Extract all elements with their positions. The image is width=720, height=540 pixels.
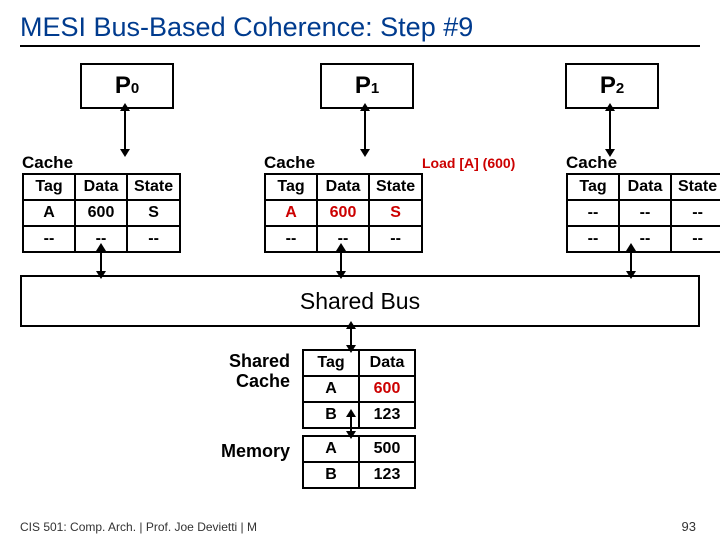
p0-cache-label: Cache [22,153,73,173]
arrow-cache1-bus [340,249,342,273]
arrow-p1-cache [364,109,366,151]
arrow-p0-cache [124,109,126,151]
shared-cache-table: TagData A600 B123 [302,349,416,429]
arrow-cache0-bus [100,249,102,273]
memory-table: A500 B123 [302,435,416,489]
p2-cache-label: Cache [566,153,617,173]
p1-cache-label: Cache [264,153,315,173]
memory-label: Memory [198,441,290,462]
arrow-cache2-bus [630,249,632,273]
arrow-sc-memory [350,415,352,433]
slide-title: MESI Bus-Based Coherence: Step #9 [20,12,700,47]
p2-cache-table: TagDataState ------ ------ [566,173,720,253]
page-number: 93 [682,519,696,534]
p1-cache-table: TagDataState A600S ------ [264,173,423,253]
load-annotation: Load [A] (600) [422,155,515,171]
shared-cache-label: SharedCache [210,351,290,391]
p0-cache-table: TagDataState A600S ------ [22,173,181,253]
arrow-bus-sharedcache [350,327,352,347]
arrow-p2-cache [609,109,611,151]
diagram-stage: P0 P1 P2 Cache Cache Cache TagDataState … [20,53,700,493]
footer-text: CIS 501: Comp. Arch. | Prof. Joe Deviett… [20,520,257,534]
shared-bus: Shared Bus [20,275,700,327]
